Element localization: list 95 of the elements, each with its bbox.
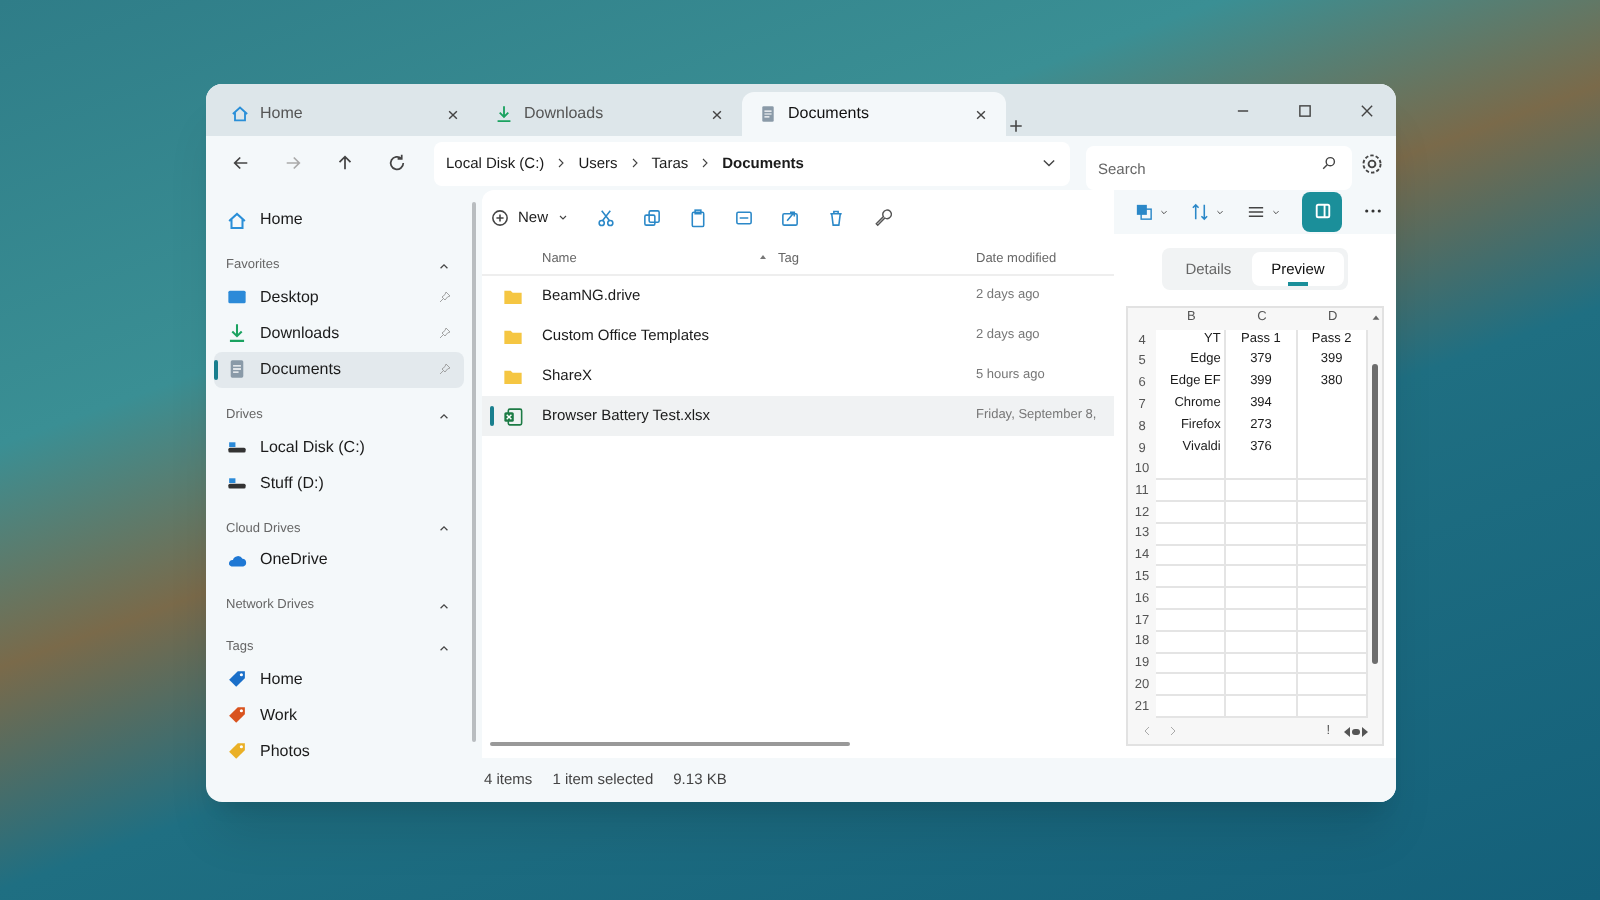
folder-icon bbox=[501, 285, 523, 307]
close-icon[interactable] bbox=[708, 105, 726, 123]
sidebar-item[interactable]: Desktop bbox=[214, 279, 464, 316]
drive-icon bbox=[226, 472, 248, 494]
download-arrow-icon bbox=[226, 322, 248, 345]
caret-icon bbox=[1214, 205, 1226, 218]
copy-icon[interactable] bbox=[642, 207, 663, 227]
search-icon bbox=[1320, 153, 1338, 171]
table-cell bbox=[1297, 610, 1368, 632]
table-cell bbox=[1297, 480, 1368, 503]
selection-indicator bbox=[490, 406, 494, 426]
table-cell bbox=[1297, 502, 1368, 524]
table-cell bbox=[1226, 696, 1298, 718]
caret-icon bbox=[1270, 205, 1282, 218]
maximize-icon[interactable] bbox=[1296, 101, 1314, 119]
chevron-right-icon bbox=[698, 156, 713, 170]
table-cell bbox=[1297, 674, 1368, 697]
download-arrow-icon bbox=[494, 104, 514, 124]
sidebar-item[interactable]: Home bbox=[214, 661, 464, 698]
table-cell bbox=[1156, 631, 1227, 654]
chevron-right-icon bbox=[627, 156, 642, 170]
up-arrow-icon[interactable] bbox=[333, 152, 355, 174]
table-cell bbox=[1156, 674, 1227, 697]
table-cell bbox=[1226, 523, 1298, 546]
add-tab-icon[interactable] bbox=[1006, 116, 1026, 136]
sort-arrows-icon[interactable] bbox=[1190, 201, 1210, 222]
sidebar-item[interactable]: OneDrive bbox=[214, 542, 464, 579]
table-cell bbox=[1226, 458, 1298, 481]
settings-icon[interactable] bbox=[1360, 151, 1384, 175]
document-icon bbox=[226, 358, 248, 381]
table-cell bbox=[1297, 566, 1368, 589]
wrench-icon[interactable] bbox=[872, 207, 893, 227]
table-cell bbox=[1226, 588, 1298, 611]
sidebar-item[interactable]: Home bbox=[214, 202, 464, 238]
sidebar-item[interactable]: Local Disk (C:) bbox=[214, 429, 464, 465]
spreadsheet-file-icon bbox=[501, 405, 523, 427]
caret-icon bbox=[1158, 205, 1170, 218]
sidebar-item[interactable]: Downloads bbox=[214, 315, 464, 352]
desktop-icon bbox=[226, 286, 248, 309]
table-cell bbox=[1156, 502, 1227, 524]
layout-icon[interactable] bbox=[1134, 201, 1154, 222]
table-cell bbox=[1226, 653, 1298, 675]
share-icon[interactable] bbox=[780, 207, 801, 227]
table-cell bbox=[1156, 653, 1227, 675]
table-cell bbox=[1156, 545, 1227, 567]
house-icon bbox=[226, 209, 248, 231]
table-cell bbox=[1297, 588, 1368, 611]
house-icon bbox=[230, 104, 250, 124]
table-cell bbox=[1156, 610, 1227, 632]
sidebar-item[interactable]: Documents bbox=[214, 351, 464, 388]
folder-icon bbox=[501, 365, 523, 387]
view-list-icon[interactable] bbox=[1246, 201, 1266, 222]
table-cell bbox=[1226, 674, 1298, 697]
tab[interactable]: Downloads bbox=[478, 92, 742, 136]
folder-icon bbox=[501, 325, 523, 347]
close-icon[interactable] bbox=[1358, 101, 1376, 119]
rename-icon[interactable] bbox=[734, 207, 755, 227]
table-cell bbox=[1156, 588, 1227, 611]
table-cell bbox=[1226, 502, 1298, 524]
sidebar-item[interactable]: Photos bbox=[214, 733, 464, 770]
scroll-up-icon[interactable] bbox=[1369, 311, 1381, 324]
refresh-icon[interactable] bbox=[385, 152, 407, 174]
pane-icon bbox=[1311, 200, 1333, 223]
horizontal-scrollbar[interactable] bbox=[490, 742, 850, 746]
table-cell bbox=[1297, 458, 1368, 481]
table-cell bbox=[1156, 480, 1227, 503]
table-cell bbox=[1226, 566, 1298, 589]
table-cell bbox=[1226, 631, 1298, 654]
sidebar-item[interactable]: Work bbox=[214, 697, 464, 734]
table-cell bbox=[1226, 480, 1298, 503]
tab[interactable]: Documents bbox=[742, 92, 1006, 136]
caret-icon bbox=[556, 210, 571, 224]
sidebar-item[interactable]: Stuff (D:) bbox=[214, 465, 464, 501]
vertical-scrollbar[interactable] bbox=[1372, 363, 1378, 664]
close-icon[interactable] bbox=[444, 105, 462, 123]
drive-icon bbox=[226, 436, 248, 458]
document-icon bbox=[758, 104, 778, 124]
chevron-right-icon bbox=[554, 156, 569, 170]
tab[interactable]: Home bbox=[214, 92, 478, 136]
table-cell bbox=[1156, 566, 1227, 589]
selection-indicator bbox=[214, 359, 218, 380]
cut-icon[interactable] bbox=[596, 207, 617, 227]
table-cell bbox=[1297, 696, 1368, 718]
table-cell bbox=[1156, 696, 1227, 718]
table-cell bbox=[1226, 545, 1298, 567]
paste-icon[interactable] bbox=[688, 207, 709, 227]
plus-circle-icon bbox=[490, 207, 510, 227]
trash-icon[interactable] bbox=[826, 207, 847, 227]
close-icon[interactable] bbox=[972, 105, 990, 123]
table-cell bbox=[1156, 458, 1227, 481]
table-cell bbox=[1226, 610, 1298, 632]
dropdown-chevron-icon[interactable] bbox=[1040, 154, 1058, 172]
table-cell bbox=[1156, 523, 1227, 546]
preview-pane-toggle[interactable] bbox=[1302, 191, 1342, 232]
back-arrow-icon[interactable] bbox=[229, 152, 251, 174]
